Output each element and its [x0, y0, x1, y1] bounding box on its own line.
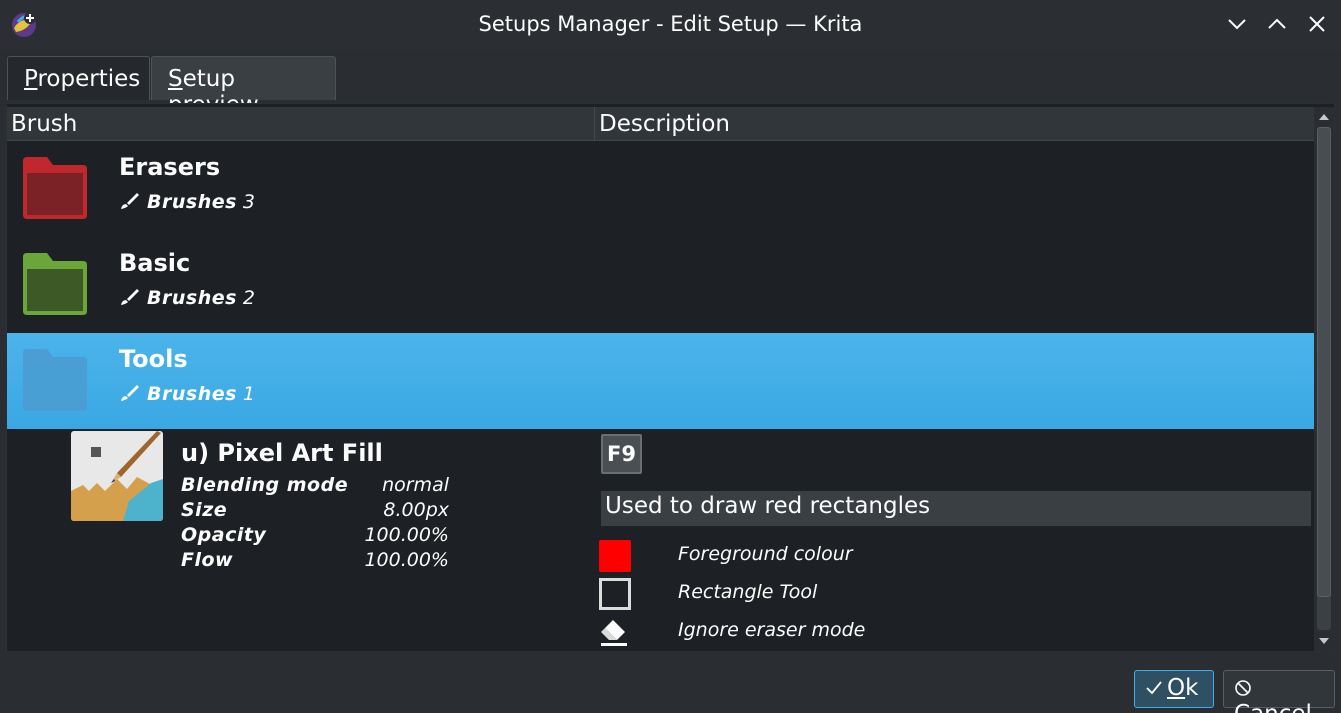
tab-properties[interactable]: Properties: [7, 56, 150, 100]
preset-thumbnail[interactable]: [71, 431, 163, 521]
folder-icon: [23, 157, 87, 219]
property-key: Flow: [181, 549, 234, 571]
maximize-icon: [1268, 18, 1286, 29]
brushes-label: Brushes: [147, 191, 237, 213]
paintbrush-icon: [121, 193, 139, 209]
preset-name: u) Pixel Art Fill: [181, 439, 383, 467]
folder-icon: [23, 349, 87, 411]
property-row: Size 8.00px: [181, 499, 449, 524]
cancel-mnemonic: C: [1234, 701, 1250, 713]
option-rectangle-tool: Rectangle Tool: [599, 578, 999, 612]
cancel-label: ancel: [1250, 701, 1312, 713]
scroll-down-icon[interactable]: [1317, 634, 1331, 648]
brushes-label: Brushes: [147, 383, 237, 405]
cancel-icon: [1235, 680, 1251, 696]
group-name: Basic: [119, 249, 191, 277]
column-header-description[interactable]: Description: [599, 111, 730, 137]
property-key: Blending mode: [181, 474, 349, 496]
property-row: Opacity 100.00%: [181, 524, 449, 549]
brushes-count: 3: [242, 191, 256, 213]
shortcut-badge: F9: [601, 434, 642, 474]
tab-bar: Properties Setup preview: [0, 50, 1341, 118]
red-color-swatch: [599, 540, 631, 572]
option-label: Foreground colour: [678, 543, 853, 565]
property-row: Flow 100.00%: [181, 549, 449, 574]
tree-header: Brush Description: [7, 107, 1314, 141]
column-divider[interactable]: [594, 107, 595, 141]
setup-preview-tree[interactable]: Brush Description Erasers Brushes 3 Basic…: [6, 103, 1335, 652]
option-label: Rectangle Tool: [678, 581, 818, 603]
group-row-tools[interactable]: Tools Brushes 1: [7, 333, 1314, 429]
property-value: 8.00px: [383, 499, 449, 521]
minimize-icon: [1228, 19, 1246, 30]
option-ignore-eraser-mode: Ignore eraser mode: [599, 616, 999, 650]
brushes-count: 1: [242, 383, 256, 405]
maximize-button[interactable]: [1265, 12, 1289, 36]
ok-label: k: [1185, 675, 1199, 701]
tab-setup-preview[interactable]: Setup preview: [151, 56, 336, 118]
vertical-scrollbar[interactable]: [1314, 107, 1334, 651]
property-row: Blending mode normal: [181, 474, 449, 499]
paintbrush-icon: [121, 385, 139, 401]
ok-mnemonic: O: [1167, 675, 1186, 701]
rectangle-tool-icon: [599, 578, 631, 610]
brushes-count: 2: [242, 287, 256, 309]
group-row-erasers[interactable]: Erasers Brushes 3: [7, 141, 1314, 237]
property-value: 100.00%: [364, 524, 449, 546]
group-name: Tools: [119, 345, 188, 373]
minimize-button[interactable]: [1225, 12, 1249, 36]
checkmark-icon: [1146, 681, 1162, 695]
group-brush-count: Brushes 1: [119, 383, 255, 405]
option-foreground-colour: Foreground colour: [599, 540, 999, 574]
title-bar: Setups Manager - Edit Setup — Krita: [0, 0, 1341, 50]
preset-description: Used to draw red rectangles: [601, 491, 1311, 526]
group-row-basic[interactable]: Basic Brushes 2: [7, 237, 1314, 333]
eraser-icon: [601, 620, 627, 646]
group-name: Erasers: [119, 153, 221, 181]
property-value: 100.00%: [364, 549, 449, 571]
group-brush-count: Brushes 2: [119, 287, 255, 309]
window-title: Setups Manager - Edit Setup — Krita: [478, 12, 863, 36]
close-button[interactable]: [1305, 12, 1329, 36]
column-header-brush[interactable]: Brush: [11, 111, 77, 137]
property-key: Size: [181, 499, 228, 521]
ok-button[interactable]: Ok: [1134, 670, 1214, 708]
scroll-up-icon[interactable]: [1317, 110, 1331, 124]
cancel-button[interactable]: Cancel: [1223, 670, 1335, 713]
tab-setup-preview-mnemonic: S: [168, 66, 183, 92]
property-key: Opacity: [181, 524, 267, 546]
tab-properties-label: roperties: [37, 66, 141, 92]
close-icon: [1309, 16, 1325, 32]
property-value: normal: [382, 474, 449, 496]
group-brush-count: Brushes 3: [119, 191, 255, 213]
brushes-label: Brushes: [147, 287, 237, 309]
preset-properties: Blending mode normal Size 8.00px Opacity…: [181, 474, 449, 574]
paintbrush-icon: [121, 289, 139, 305]
scrollbar-thumb[interactable]: [1317, 127, 1331, 597]
folder-icon: [23, 253, 87, 315]
tab-properties-mnemonic: P: [24, 66, 38, 92]
option-label: Ignore eraser mode: [678, 619, 866, 641]
